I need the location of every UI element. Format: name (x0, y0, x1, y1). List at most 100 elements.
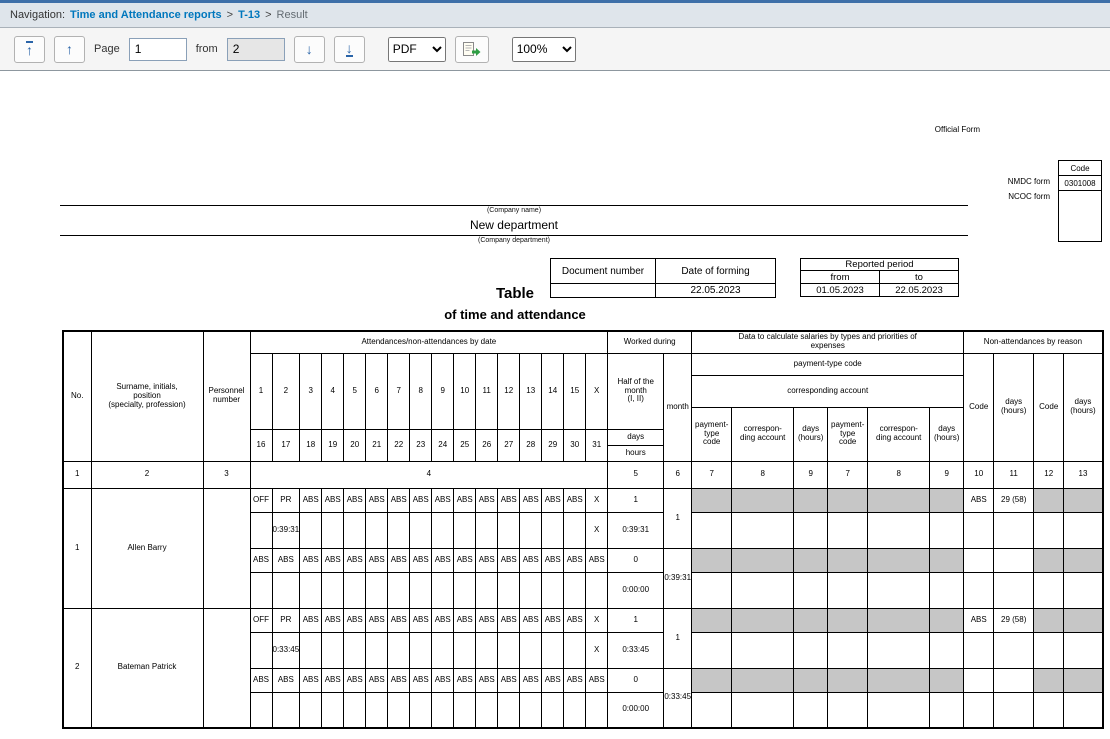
format-select[interactable]: PDF (388, 37, 446, 62)
date-time-cell: 0:39:31 (272, 512, 300, 548)
report-title-line2: of time and attendance (300, 307, 730, 322)
prev-page-button[interactable]: ↑ (54, 36, 85, 63)
first-page-button[interactable]: ↑ (14, 36, 45, 63)
date-code-cell: ABS (322, 488, 344, 512)
payment-type-header: payment- type code (828, 407, 868, 461)
zoom-select[interactable]: 100% (512, 37, 576, 62)
date-time-cell (322, 692, 344, 728)
date-code-cell: X (586, 608, 608, 632)
month-days-cell: 1 (664, 608, 692, 668)
day-header-cell: 25 (454, 429, 476, 461)
breadcrumb-separator: > (227, 9, 233, 21)
corresponding-account-band-header: corresponding account (692, 375, 964, 407)
day-header-cell: 7 (388, 353, 410, 429)
date-code-cell: ABS (454, 668, 476, 692)
ncoc-form-label: NCOC form (940, 192, 1050, 201)
company-department-value: New department (60, 216, 968, 235)
payment-cell (732, 512, 794, 548)
date-time-cell (250, 512, 272, 548)
col-number-cell: 13 (1064, 461, 1103, 488)
date-code-cell: ABS (520, 608, 542, 632)
payment-cell (692, 692, 732, 728)
na-days-cell (994, 512, 1034, 548)
arrow-down-icon: ↓ (306, 42, 313, 56)
day-header-cell: 5 (344, 353, 366, 429)
na-days-cell (1064, 512, 1103, 548)
payment-cell (828, 572, 868, 608)
report-page: Official Form Code 0301008 NMDC form NCO… (0, 71, 1110, 739)
date-code-cell: ABS (564, 548, 586, 572)
period-to-value: 22.05.2023 (880, 284, 959, 297)
company-section: (Company name) New department (Company d… (60, 205, 968, 246)
day-header-cell: 31 (586, 429, 608, 461)
date-code-cell: ABS (542, 488, 564, 512)
breadcrumb-link-reports[interactable]: Time and Attendance reports (70, 9, 222, 21)
date-code-cell: ABS (476, 668, 498, 692)
date-time-cell (586, 692, 608, 728)
na-days-cell: 29 (58) (994, 488, 1034, 512)
na-code-cell (964, 572, 994, 608)
attendances-group-header: Attendances/non-attendances by date (250, 331, 608, 353)
date-code-cell: ABS (366, 548, 388, 572)
date-code-cell: ABS (476, 488, 498, 512)
date-time-cell (388, 632, 410, 668)
date-code-cell: ABS (366, 668, 388, 692)
date-time-cell (498, 572, 520, 608)
total-pages-input[interactable] (227, 38, 285, 61)
day-header-cell: X (586, 353, 608, 429)
day-header-cell: 14 (542, 353, 564, 429)
date-time-cell (388, 512, 410, 548)
day-header-cell: 8 (410, 353, 432, 429)
half-hours-cell: 0:00:00 (608, 572, 664, 608)
day-header-cell: 30 (564, 429, 586, 461)
date-time-cell (410, 692, 432, 728)
payment-cell (868, 572, 930, 608)
from-label: from (196, 43, 218, 55)
month-hours-cell: 0:33:45 (664, 668, 692, 728)
payment-cell (930, 488, 964, 512)
date-time-cell (498, 632, 520, 668)
next-page-button[interactable]: ↓ (294, 36, 325, 63)
date-code-cell: ABS (410, 608, 432, 632)
na-days-cell: 29 (58) (994, 608, 1034, 632)
na-code-cell: ABS (964, 608, 994, 632)
day-header-cell: 29 (542, 429, 564, 461)
company-department-caption: (Company department) (60, 236, 968, 246)
payment-type-header: payment- type code (692, 407, 732, 461)
date-time-cell (542, 512, 564, 548)
date-code-cell: ABS (520, 488, 542, 512)
col-personnel-header: Personnel number (203, 331, 250, 461)
payment-cell (692, 632, 732, 668)
breadcrumb-link-t13[interactable]: T-13 (238, 9, 260, 21)
date-time-cell (410, 632, 432, 668)
col-number-cell: 7 (692, 461, 732, 488)
col-no-header: No. (63, 331, 91, 461)
day-header-cell: 18 (300, 429, 322, 461)
na-code-cell (964, 632, 994, 668)
date-code-cell: PR (272, 608, 300, 632)
date-code-cell: ABS (410, 488, 432, 512)
half-days-cell: 0 (608, 668, 664, 692)
date-time-cell (432, 632, 454, 668)
date-code-cell: ABS (498, 668, 520, 692)
date-code-cell: ABS (542, 668, 564, 692)
payment-type-band-header: payment-type code (692, 353, 964, 375)
na-code-cell (1034, 668, 1064, 692)
payment-cell (732, 668, 794, 692)
payment-cell (794, 572, 828, 608)
payment-cell (868, 548, 930, 572)
na-code-cell (1034, 488, 1064, 512)
payment-cell (868, 692, 930, 728)
corresponding-account-header: correspon- ding account (868, 407, 930, 461)
date-time-cell (300, 632, 322, 668)
date-time-cell (542, 572, 564, 608)
day-header-cell: 17 (272, 429, 300, 461)
last-page-button[interactable]: ↓ (334, 36, 365, 63)
page-input[interactable] (129, 38, 187, 61)
half-days-cell: 1 (608, 488, 664, 512)
date-code-cell: ABS (300, 668, 322, 692)
export-button[interactable] (455, 36, 489, 63)
date-time-cell (454, 692, 476, 728)
payment-cell (868, 668, 930, 692)
col-number-cell: 7 (828, 461, 868, 488)
